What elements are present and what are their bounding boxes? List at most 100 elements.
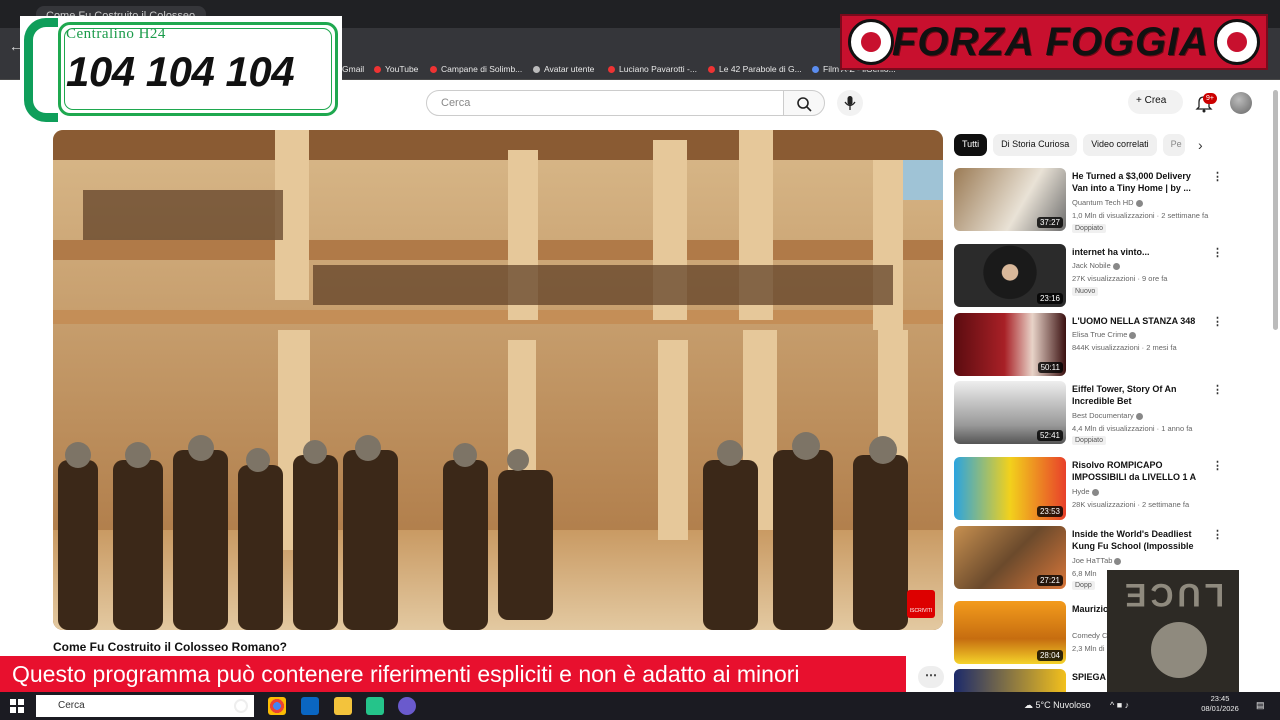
search-button[interactable] (783, 90, 825, 116)
notification-center-icon[interactable]: ▤ (1256, 700, 1265, 711)
more-vert-icon[interactable]: ⋮ (1212, 528, 1223, 541)
clock[interactable]: 23:45 08/01/2026 (1200, 694, 1240, 714)
video-frame (53, 130, 943, 630)
edge-icon[interactable] (301, 697, 319, 715)
phone-icon (24, 18, 58, 122)
verified-icon (1135, 199, 1143, 207)
list-item[interactable]: 37:27 He Turned a $3,000 Delivery Van in… (954, 168, 1224, 233)
duration: 52:41 (1036, 430, 1063, 441)
rec-channel[interactable]: Quantum Tech HD (1072, 198, 1143, 207)
rec-title[interactable]: Risolvo ROMPICAPO IMPOSSIBILI da LIVELLO… (1072, 459, 1200, 483)
rec-meta: 844K visualizzazioni · 2 mesi fa (1072, 343, 1177, 352)
more-vert-icon[interactable]: ⋮ (1212, 170, 1223, 183)
luce-logo: LUCE (1107, 570, 1239, 692)
brand-banner: FORZA FOGGIA (840, 14, 1268, 70)
notification-badge: 9+ (1203, 93, 1217, 104)
list-item[interactable]: 23:16 internet ha vinto... Jack Nobile 2… (954, 244, 1224, 308)
duration: 50:11 (1037, 362, 1063, 373)
thumbnail[interactable]: 23:53 (954, 457, 1066, 520)
verified-icon (1129, 331, 1137, 339)
rec-title[interactable]: L'UOMO NELLA STANZA 348 (1072, 315, 1200, 327)
weather-text: 5°C Nuvoloso (1035, 700, 1091, 710)
video-player[interactable]: ISCRIVITI (53, 130, 943, 630)
search-input[interactable]: Cerca (426, 90, 784, 116)
thumbnail[interactable]: 50:11 (954, 313, 1066, 376)
weather-widget[interactable]: ☁ 5°C Nuvoloso (1024, 700, 1091, 711)
chip-all[interactable]: Tutti (954, 134, 988, 156)
phone-banner: Centralino H24 104 104 104 (20, 16, 342, 122)
create-label: Crea (1144, 95, 1167, 106)
tray-icons[interactable]: ^ ■ ♪ (1110, 700, 1129, 710)
thumbnail[interactable]: 27:21 (954, 526, 1066, 589)
rec-tag: Doppiato (1072, 436, 1107, 445)
bookmark-parabole[interactable]: Le 42 Parabole di G... (708, 64, 802, 74)
microphone-icon (844, 96, 856, 110)
youtube-icon (430, 65, 437, 73)
list-item[interactable]: 50:11 L'UOMO NELLA STANZA 348 Elisa True… (954, 313, 1224, 377)
plus-icon: + (1136, 95, 1145, 106)
phone-number: 104 104 104 (66, 48, 295, 95)
crest-icon (848, 19, 894, 65)
rec-meta: 1,0 Mln di visualizzazioni · 2 settimane… (1072, 211, 1209, 220)
microphone-button[interactable] (837, 90, 863, 116)
thumbnail[interactable]: 52:41 (954, 381, 1066, 444)
verified-icon (1114, 557, 1122, 565)
rec-title[interactable]: internet ha vinto... (1072, 246, 1200, 258)
bookmark-youtube[interactable]: YouTube (374, 64, 418, 74)
youtube-icon (608, 65, 615, 73)
filter-chips: Tutti Di Storia Curiosa Video correlati … (954, 134, 1185, 156)
bookmark-gmail[interactable]: Gmail (342, 64, 364, 74)
phone-label: Centralino H24 (66, 26, 166, 42)
rec-title[interactable]: He Turned a $3,000 Delivery Van into a T… (1072, 170, 1200, 194)
thumbnail[interactable] (954, 669, 1066, 692)
folder-icon[interactable] (334, 697, 352, 715)
list-item[interactable]: 52:41 Eiffel Tower, Story Of An Incredib… (954, 381, 1224, 445)
rec-meta: 4,4 Mln di visualizzazioni · 1 anno fa (1072, 424, 1193, 433)
taskbar-search-input[interactable]: Cerca (36, 695, 254, 717)
chip-more[interactable]: Pe (1162, 134, 1185, 156)
more-horiz-icon[interactable]: ⋯ (918, 666, 944, 688)
chrome-icon[interactable] (268, 697, 286, 715)
warning-banner: Questo programma può contenere riferimen… (0, 656, 906, 692)
chip-related[interactable]: Video correlati (1083, 134, 1157, 156)
duration: 37:27 (1036, 217, 1063, 228)
rec-title[interactable]: Eiffel Tower, Story Of An Incredible Bet (1072, 383, 1200, 407)
search-icon (797, 97, 812, 112)
verified-icon (1112, 262, 1120, 270)
thumbnail[interactable]: 23:16 (954, 244, 1066, 307)
rec-channel[interactable]: Best Documentary (1072, 411, 1143, 420)
duration: 28:04 (1036, 650, 1063, 661)
brand-banner-text: FORZA FOGGIA (892, 20, 1210, 64)
subscribe-badge[interactable]: ISCRIVITI (907, 590, 935, 618)
app-icon[interactable] (398, 697, 416, 715)
chevron-right-icon[interactable]: › (1198, 137, 1203, 153)
duration: 27:21 (1036, 575, 1063, 586)
page-scrollbar[interactable] (1273, 90, 1278, 330)
rec-tag: Nuovo (1072, 287, 1099, 296)
rec-channel[interactable]: Hyde (1072, 487, 1099, 496)
rec-title[interactable]: Inside the World's Deadliest Kung Fu Sch… (1072, 528, 1200, 552)
task-view-icon[interactable] (234, 699, 248, 713)
bookmark-pavarotti[interactable]: Luciano Pavarotti -... (608, 64, 697, 74)
more-vert-icon[interactable]: ⋮ (1212, 246, 1223, 259)
more-vert-icon[interactable]: ⋮ (1212, 315, 1223, 328)
more-vert-icon[interactable]: ⋮ (1212, 459, 1223, 472)
app-icon[interactable] (366, 697, 384, 715)
more-vert-icon[interactable]: ⋮ (1212, 383, 1223, 396)
bookmark-campane[interactable]: Campane di Solimb... (430, 64, 522, 74)
clock-time: 23:45 (1210, 694, 1230, 703)
crest-icon (1214, 19, 1260, 65)
rec-channel[interactable]: Joe HaTTab (1072, 556, 1122, 565)
list-item[interactable]: 23:53 Risolvo ROMPICAPO IMPOSSIBILI da L… (954, 457, 1224, 521)
thumbnail[interactable]: 37:27 (954, 168, 1066, 231)
cloud-icon: ☁ (1024, 700, 1036, 710)
bookmark-avatar[interactable]: Avatar utente (533, 64, 594, 74)
windows-start-icon[interactable] (10, 699, 24, 713)
create-button[interactable]: + Crea (1128, 90, 1183, 114)
rec-channel[interactable]: Jack Nobile (1072, 261, 1120, 270)
rec-channel[interactable]: Comedy C (1072, 631, 1107, 640)
thumbnail[interactable]: 28:04 (954, 601, 1066, 664)
avatar[interactable] (1230, 92, 1252, 114)
chip-storia-curiosa[interactable]: Di Storia Curiosa (993, 134, 1078, 156)
rec-channel[interactable]: Elisa True Crime (1072, 330, 1137, 339)
